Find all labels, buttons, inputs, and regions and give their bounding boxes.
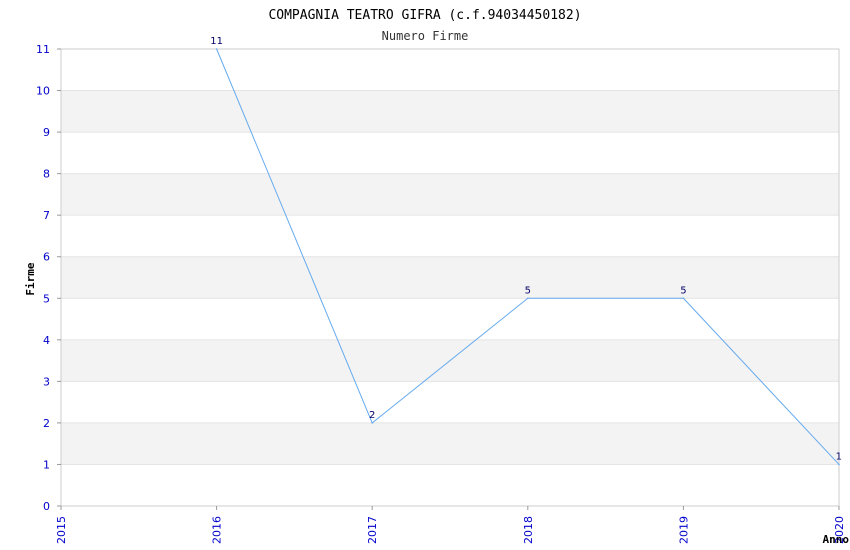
y-tick-label: 1 [43, 458, 50, 471]
y-tick-label: 0 [43, 500, 50, 513]
chart-title: COMPAGNIA TEATRO GIFRA (c.f.94034450182) [268, 8, 581, 23]
data-label: 5 [525, 285, 531, 296]
data-point [682, 297, 685, 300]
data-point [371, 422, 374, 424]
grid-bands [61, 90, 839, 465]
y-tick-label: 6 [43, 251, 50, 264]
chart-subtitle: Numero Firme [382, 29, 469, 43]
grid-band [61, 256, 839, 299]
data-label: 5 [680, 285, 686, 296]
y-tick-label: 8 [43, 168, 50, 181]
data-label: 11 [210, 36, 223, 47]
y-tick-label: 5 [43, 292, 50, 305]
y-tick-label: 2 [43, 417, 50, 430]
line-chart: 01234567891011 2015 2016 2017 2018 2019 2020 … [24, 8, 850, 546]
x-axis-ticks: 2015 2016 2017 2018 2019 2020 [55, 506, 846, 544]
x-tick-label: 2017 [366, 516, 379, 544]
grid-band [61, 422, 839, 465]
data-label: 1 [836, 451, 842, 462]
y-tick-label: 4 [43, 334, 50, 347]
x-axis-label: Anno [823, 533, 850, 546]
data-label: 2 [369, 410, 375, 421]
data-point [838, 463, 840, 466]
y-axis-label: Firme [24, 262, 37, 295]
x-tick-label: 2015 [55, 516, 68, 544]
data-point [527, 297, 529, 300]
x-tick-label: 2016 [211, 516, 224, 544]
y-axis-ticks: 0 1 2 3 4 5 6 7 8 9 10 11 [36, 43, 61, 513]
x-tick-label: 2018 [522, 516, 535, 544]
y-tick-label: 11 [36, 43, 50, 56]
grid-band [61, 173, 839, 216]
y-tick-label: 10 [36, 85, 50, 98]
y-tick-label: 9 [43, 126, 50, 139]
grid-band [61, 90, 839, 133]
y-tick-label: 3 [43, 375, 50, 388]
y-tick-label: 7 [43, 209, 50, 222]
data-point [215, 48, 218, 50]
x-tick-label: 2019 [677, 516, 690, 544]
